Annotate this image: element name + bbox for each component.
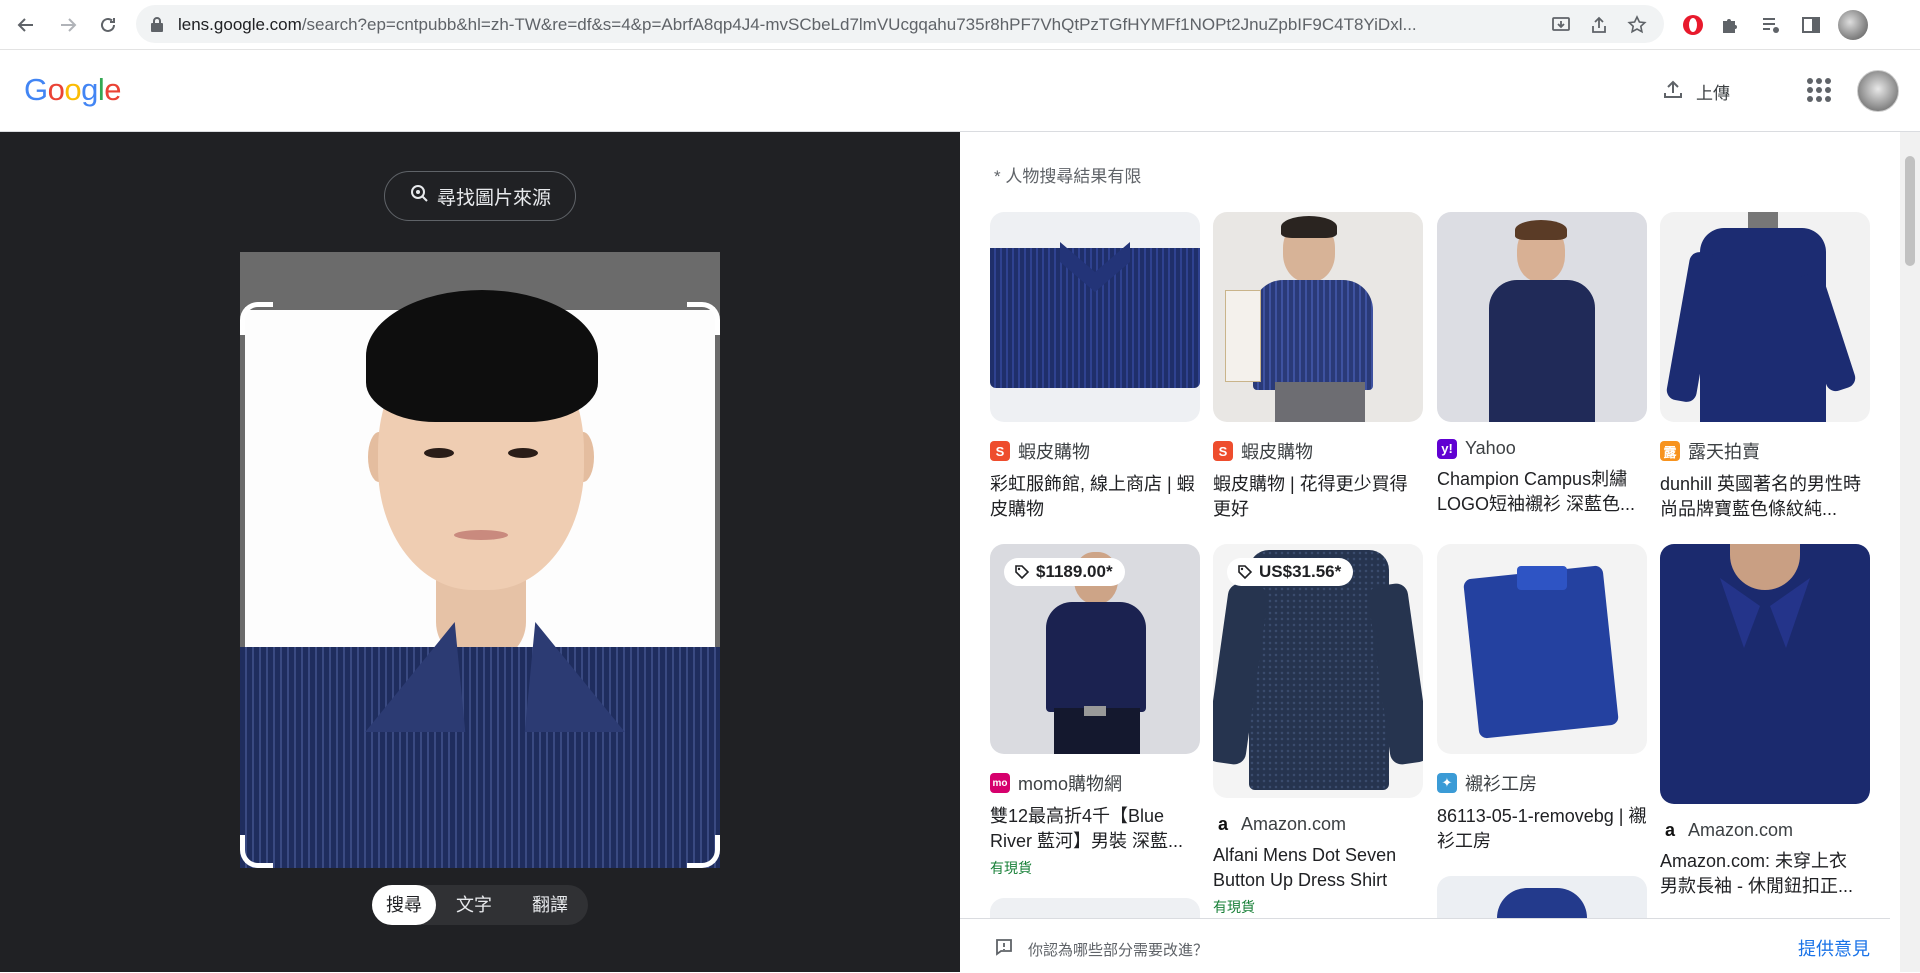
result-card[interactable]: $1189.00* mo momo購物網 雙12最高折4千【Blue River … [990, 544, 1200, 878]
result-title[interactable]: Champion Campus刺繡LOGO短袖襯衫 深藍色... [1437, 467, 1647, 517]
shirt-shop-icon: ✦ [1437, 773, 1457, 793]
result-thumbnail[interactable]: US$31.56* [1213, 544, 1423, 798]
result-card[interactable]: 露露天拍賣 dunhill 英國著名的男性時尚品牌寶藍色條紋純... [1660, 212, 1870, 522]
result-title[interactable]: 雙12最高折4千【Blue River 藍河】男裝 深藍... [990, 804, 1200, 854]
price-tag-icon [1238, 565, 1253, 580]
shopee-icon: S [1213, 441, 1233, 461]
result-title[interactable]: 86113-05-1-removebg | 襯衫工房 [1437, 804, 1647, 854]
reload-icon[interactable] [92, 9, 124, 41]
result-source: Amazon.com [1241, 814, 1347, 834]
find-source-label: 尋找圖片來源 [436, 187, 551, 209]
apps-grid-icon[interactable] [1807, 78, 1831, 102]
feedback-bar: 你認為哪些部分需要改進？ 提供意見 [960, 918, 1890, 973]
side-panel-icon[interactable] [1798, 12, 1824, 38]
result-source: Amazon.com [1688, 820, 1794, 840]
price-badge: $1189.00* [1004, 558, 1125, 586]
upload-icon [1662, 78, 1684, 105]
find-image-source-button[interactable]: 尋找圖片來源 [384, 171, 576, 221]
share-icon[interactable] [1588, 14, 1610, 36]
query-image[interactable] [240, 252, 720, 868]
crop-handle-top-left[interactable] [240, 302, 273, 335]
shopee-icon: S [990, 441, 1010, 461]
google-logo[interactable]: Google [24, 72, 122, 108]
result-card[interactable]: S 蝦皮購物 彩虹服飾館, 線上商店 | 蝦皮購物 [990, 212, 1200, 522]
extensions-puzzle-icon[interactable] [1717, 12, 1743, 38]
result-card[interactable]: US$31.56* a Amazon.com Alfani Mens Dot Se… [1213, 544, 1423, 917]
amazon-icon: a [1660, 820, 1680, 841]
price-badge: US$31.56* [1227, 558, 1354, 586]
in-stock-label: 有現貨 [990, 860, 1032, 876]
crop-handle-top-right[interactable] [687, 302, 720, 335]
result-source: 蝦皮購物 [1241, 442, 1313, 462]
mode-search-tab[interactable]: 搜尋 [372, 885, 436, 925]
address-bar[interactable]: lens.google.com/search?ep=cntpubb&hl=zh-… [136, 5, 1664, 43]
result-thumbnail[interactable] [1660, 544, 1870, 804]
result-title[interactable]: Amazon.com: 未穿上衣 男款長袖 - 休閒鈕扣正... [1660, 849, 1870, 899]
result-title[interactable]: 彩虹服飾館, 線上商店 | 蝦皮購物 [990, 472, 1200, 522]
people-results-note: * 人物搜尋結果有限 [994, 167, 1142, 186]
yahoo-icon: y! [1437, 438, 1457, 459]
upload-button[interactable]: 上傳 [1662, 78, 1730, 105]
results-scrollbar[interactable] [1900, 132, 1920, 972]
result-title[interactable]: 蝦皮購物 | 花得更少買得更好 [1213, 472, 1423, 522]
ruten-icon: 露 [1660, 441, 1680, 461]
result-title[interactable]: Alfani Mens Dot Seven Button Up Dress Sh… [1213, 843, 1423, 893]
result-source: 露天拍賣 [1688, 442, 1760, 462]
lock-icon [150, 16, 164, 37]
google-header: Google 上傳 [0, 50, 1920, 132]
image-preview-panel: 尋找圖片來源 搜尋 文字 翻譯 [0, 132, 960, 972]
browser-profile-avatar[interactable] [1838, 10, 1868, 40]
result-thumbnail[interactable] [990, 212, 1200, 422]
amazon-icon: a [1213, 814, 1233, 835]
result-title[interactable]: dunhill 英國著名的男性時尚品牌寶藍色條紋純... [1660, 472, 1870, 522]
result-source: 蝦皮購物 [1018, 442, 1090, 462]
result-thumbnail[interactable] [1660, 212, 1870, 422]
install-icon[interactable] [1550, 14, 1572, 36]
result-card[interactable]: a Amazon.com Amazon.com: 未穿上衣 男款長袖 - 休閒鈕扣… [1660, 544, 1870, 899]
in-stock-label: 有現貨 [1213, 899, 1255, 915]
momo-icon: mo [990, 773, 1010, 793]
result-source: Yahoo [1465, 438, 1516, 458]
opera-extension-icon[interactable] [1680, 12, 1706, 38]
feedback-question: 你認為哪些部分需要改進？ [1028, 941, 1209, 959]
results-panel: * 人物搜尋結果有限 S 蝦皮購物 彩虹服飾館, 線上商店 | 蝦皮購物 S 蝦皮購… [960, 132, 1920, 973]
account-avatar[interactable] [1857, 70, 1899, 112]
crop-handle-bottom-left[interactable] [240, 835, 273, 868]
result-thumbnail[interactable] [1437, 212, 1647, 422]
mode-switcher: 搜尋 文字 翻譯 [372, 885, 588, 925]
mode-translate-tab[interactable]: 翻譯 [512, 885, 588, 925]
url-text: lens.google.com/search?ep=cntpubb&hl=zh-… [178, 15, 1417, 34]
give-feedback-link[interactable]: 提供意見 [1798, 935, 1870, 961]
media-control-icon[interactable] [1758, 12, 1784, 38]
feedback-icon [994, 937, 1014, 961]
result-card[interactable]: ✦ 襯衫工房 86113-05-1-removebg | 襯衫工房 [1437, 544, 1647, 936]
bookmark-star-icon[interactable] [1626, 14, 1648, 36]
back-icon[interactable] [10, 9, 42, 41]
forward-icon[interactable] [52, 9, 84, 41]
result-thumbnail[interactable] [990, 898, 1200, 918]
shirt-area [240, 647, 720, 868]
result-source: 襯衫工房 [1465, 774, 1537, 794]
price-tag-icon [1015, 565, 1030, 580]
result-thumbnail[interactable] [1437, 544, 1647, 754]
result-card[interactable]: y! Yahoo Champion Campus刺繡LOGO短袖襯衫 深藍色... [1437, 212, 1647, 517]
mode-text-tab[interactable]: 文字 [436, 885, 512, 925]
lens-search-icon [409, 183, 429, 209]
result-thumbnail[interactable] [1213, 212, 1423, 422]
result-card[interactable]: S 蝦皮購物 蝦皮購物 | 花得更少買得更好 [1213, 212, 1423, 522]
scrollbar-thumb[interactable] [1905, 156, 1915, 266]
browser-toolbar: lens.google.com/search?ep=cntpubb&hl=zh-… [0, 0, 1920, 50]
result-source: momo購物網 [1018, 774, 1123, 794]
result-thumbnail[interactable]: $1189.00* [990, 544, 1200, 754]
upload-label: 上傳 [1696, 84, 1730, 103]
